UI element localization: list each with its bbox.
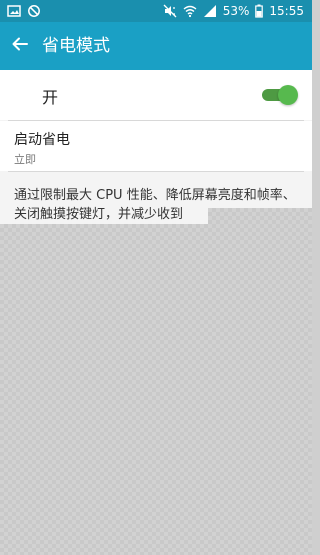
gallery-icon <box>7 4 21 18</box>
start-saving-title: 启动省电 <box>14 132 70 148</box>
status-bar: 53% 15:55 <box>0 0 312 22</box>
battery-percent: 53% <box>222 4 250 18</box>
status-bar-left <box>7 4 41 18</box>
clock: 15:55 <box>269 4 304 18</box>
back-button[interactable] <box>6 32 34 60</box>
start-saving-row[interactable]: 启动省电 立即 <box>0 121 312 171</box>
app-bar: 省电模式 <box>0 22 312 70</box>
unrendered-area <box>0 224 312 555</box>
page-title: 省电模式 <box>42 36 110 56</box>
status-bar-right: 53% 15:55 <box>163 3 304 19</box>
render-cutoff <box>208 208 312 224</box>
signal-icon <box>203 4 217 18</box>
toggle-thumb <box>278 85 298 105</box>
start-saving-subtitle: 立即 <box>14 153 36 166</box>
battery-icon <box>255 4 264 18</box>
mute-icon <box>163 4 177 18</box>
master-switch-label: 开 <box>42 88 59 107</box>
master-switch-row[interactable]: 开 <box>0 70 312 120</box>
divider <box>8 171 304 172</box>
back-arrow-icon <box>11 35 29 57</box>
wifi-icon <box>183 4 197 18</box>
settings-content: 开 启动省电 立即 通过限制最大 CPU 性能、降低屏幕亮度和帧率、关闭触摸按键… <box>0 70 312 224</box>
blocked-icon <box>27 4 41 18</box>
power-saving-toggle[interactable] <box>262 85 298 105</box>
